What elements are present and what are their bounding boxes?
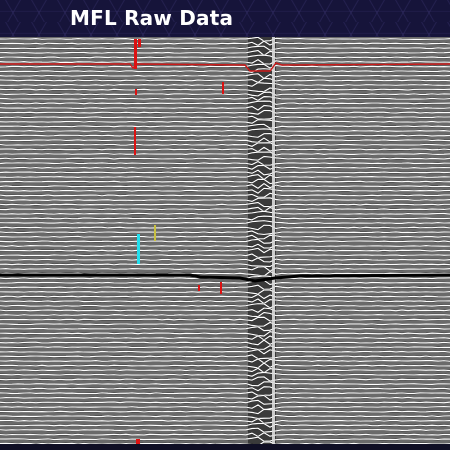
sensor-trace [0, 132, 450, 138]
sensor-trace [0, 174, 450, 181]
sensor-trace [0, 243, 450, 249]
sensor-trace [0, 404, 450, 411]
sensor-trace [0, 104, 450, 111]
sensor-trace [0, 142, 450, 147]
sensor-trace [0, 224, 450, 231]
red-anomaly-marker [138, 39, 141, 47]
sensor-trace [0, 169, 450, 176]
cyan-anomaly-marker [137, 234, 140, 264]
sensor-trace [0, 266, 450, 272]
bottom-border [0, 444, 450, 450]
sensor-trace [0, 40, 450, 47]
title-bar: MFL Raw Data [0, 0, 450, 37]
sensor-trace [0, 206, 450, 213]
sensor-trace [0, 386, 450, 392]
sensor-trace [0, 155, 450, 161]
sensor-trace [0, 109, 450, 115]
red-anomaly-marker [134, 39, 137, 69]
sensor-trace [0, 73, 450, 80]
sensor-trace [0, 394, 450, 401]
sensor-trace [0, 432, 450, 438]
sensor-trace [0, 289, 450, 295]
red-anomaly-marker [135, 89, 137, 95]
sensor-trace [0, 436, 450, 442]
sensor-trace [0, 335, 450, 341]
sensor-trace [0, 293, 450, 300]
sensor-trace [0, 427, 450, 433]
sensor-trace [0, 408, 450, 415]
sensor-trace [0, 77, 450, 84]
sensor-trace [0, 123, 450, 129]
sensor-trace [0, 91, 450, 97]
sensor-trace [0, 178, 450, 185]
sensor-trace [0, 345, 450, 350]
sensor-trace [0, 215, 450, 221]
sensor-trace [0, 358, 450, 364]
sensor-trace [0, 257, 450, 263]
red-anomaly-marker [198, 285, 200, 291]
sensor-trace [0, 37, 450, 42]
sensor-trace [0, 422, 450, 428]
red-anomaly-marker [220, 282, 222, 294]
mfl-viewer-app: MFL Raw Data [0, 0, 450, 450]
yellow-anomaly-marker [154, 225, 156, 241]
sensor-trace [0, 284, 450, 290]
mfl-traces-svg [0, 37, 450, 444]
mfl-raw-data-plot[interactable] [0, 37, 450, 444]
red-anomaly-marker [134, 127, 136, 155]
sensor-trace [0, 201, 450, 208]
sensor-trace [0, 348, 450, 355]
sensor-trace [0, 192, 450, 198]
weld-edge [272, 37, 275, 444]
sensor-trace [0, 247, 450, 254]
red-anomaly-marker [222, 82, 224, 94]
sensor-trace [0, 417, 450, 424]
sensor-trace [0, 45, 450, 51]
sensor-trace [0, 303, 450, 309]
sensor-trace [0, 146, 450, 153]
sensor-trace [0, 362, 450, 369]
sensor-trace [0, 339, 450, 346]
sensor-trace [0, 399, 450, 405]
sensor-trace [0, 307, 450, 313]
page-title: MFL Raw Data [70, 6, 234, 30]
sensor-trace [0, 321, 450, 327]
sensor-trace [0, 182, 450, 189]
sensor-trace [0, 381, 450, 387]
sensor-trace [0, 279, 450, 286]
sensor-trace [0, 354, 450, 360]
sensor-trace [0, 160, 450, 166]
sensor-trace [0, 326, 450, 332]
sensor-trace [0, 210, 450, 215]
sensor-trace [0, 298, 450, 305]
sensor-trace [0, 49, 450, 57]
sensor-trace [0, 137, 450, 143]
sensor-trace [0, 238, 450, 244]
sensor-trace [0, 367, 450, 374]
sensor-trace [0, 220, 450, 224]
sensor-trace [0, 187, 450, 194]
